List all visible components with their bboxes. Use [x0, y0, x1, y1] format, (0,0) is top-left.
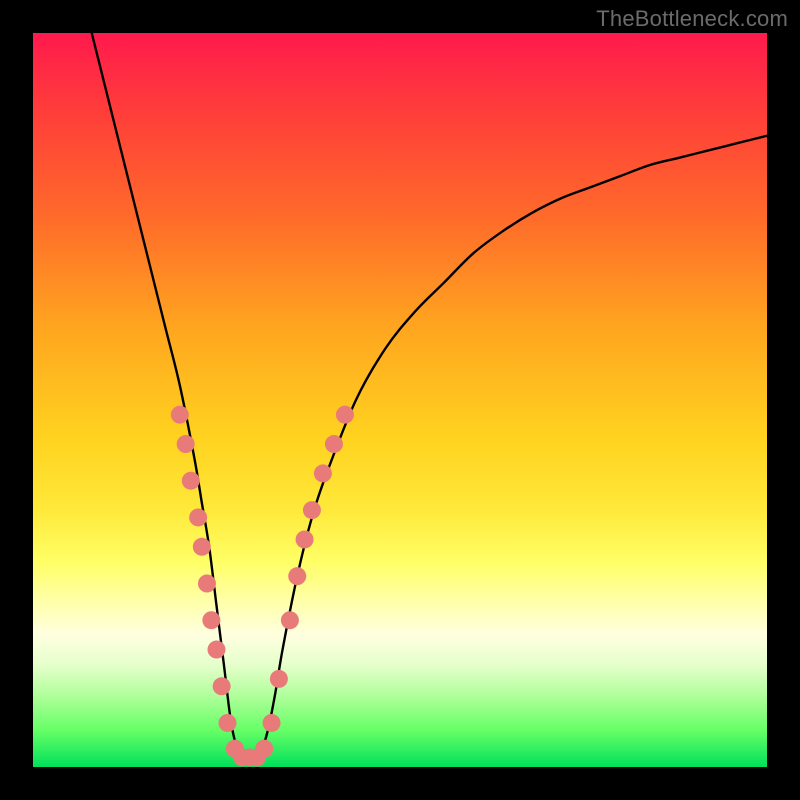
plot-area: [33, 33, 767, 767]
curve-marker: [189, 508, 207, 526]
curve-markers: [171, 406, 354, 767]
curve-marker: [314, 464, 332, 482]
curve-marker: [208, 641, 226, 659]
curve-marker: [198, 575, 216, 593]
bottleneck-curve-line: [92, 33, 767, 761]
curve-marker: [182, 472, 200, 490]
curve-marker: [213, 677, 231, 695]
curve-marker: [296, 530, 314, 548]
watermark-text: TheBottleneck.com: [596, 6, 788, 32]
curve-marker: [288, 567, 306, 585]
curve-marker: [202, 611, 220, 629]
curve-marker: [255, 740, 273, 758]
curve-marker: [336, 406, 354, 424]
curve-marker: [219, 714, 237, 732]
chart-frame: TheBottleneck.com: [0, 0, 800, 800]
curve-marker: [270, 670, 288, 688]
chart-svg: [33, 33, 767, 767]
curve-marker: [177, 435, 195, 453]
curve-marker: [281, 611, 299, 629]
curve-marker: [303, 501, 321, 519]
curve-marker: [263, 714, 281, 732]
curve-marker: [325, 435, 343, 453]
curve-marker: [193, 538, 211, 556]
curve-marker: [171, 406, 189, 424]
